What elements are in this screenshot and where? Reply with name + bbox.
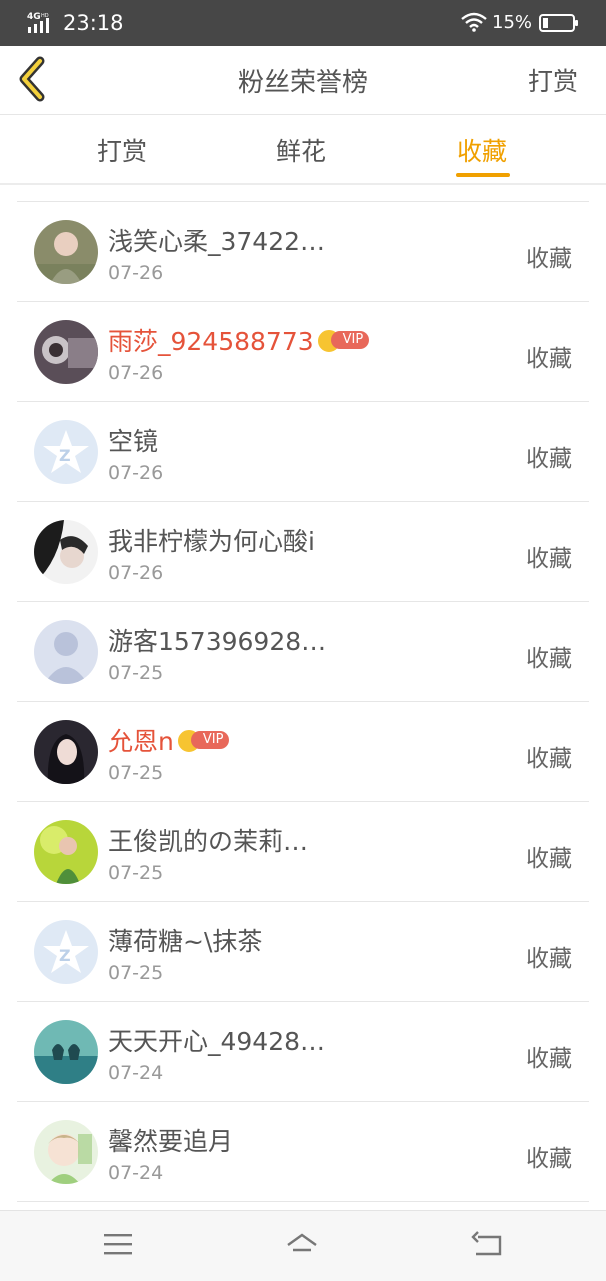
date: 07-24	[108, 1162, 164, 1184]
list-item[interactable]: 游客157396928… 07-25 收藏	[17, 602, 589, 702]
date: 07-26	[108, 262, 164, 284]
action-label: 收藏	[526, 646, 572, 672]
action-label: 收藏	[526, 346, 572, 372]
action-label: 收藏	[526, 446, 572, 472]
back-icon[interactable]	[470, 1229, 504, 1259]
list-item[interactable]: Z 空镜 07-26 收藏	[17, 402, 589, 502]
user-name: 馨然要追月	[108, 1127, 234, 1156]
date: 07-26	[108, 462, 164, 484]
list-item[interactable]: 天天开心_49428… 07-24 收藏	[17, 1002, 589, 1102]
action-label: 收藏	[526, 746, 572, 772]
home-icon[interactable]	[285, 1229, 319, 1259]
vip-badge: VIP	[176, 729, 231, 753]
date: 07-26	[108, 562, 164, 584]
page-title: 粉丝荣誉榜	[237, 68, 368, 98]
vip-label: VIP	[190, 731, 230, 749]
date: 07-25	[108, 662, 164, 684]
battery-icon	[539, 14, 578, 32]
action-label: 收藏	[526, 1046, 572, 1072]
tab-flowers[interactable]: 鲜花	[276, 132, 326, 168]
svg-text:Z: Z	[59, 446, 71, 465]
list-item[interactable]: Z 薄荷糖~\抹茶 07-25 收藏	[17, 902, 589, 1002]
avatar[interactable]	[34, 1020, 98, 1084]
avatar[interactable]: Z	[34, 420, 98, 484]
avatar[interactable]	[34, 520, 98, 584]
list-item[interactable]: 我非柠檬为何心酸i 07-26 收藏	[17, 502, 589, 602]
action-label: 收藏	[526, 846, 572, 872]
action-label: 收藏	[526, 546, 572, 572]
user-name: 允恩n VIP	[108, 722, 231, 758]
user-name: 浅笑心柔_37422…	[108, 227, 326, 256]
avatar[interactable]	[34, 620, 98, 684]
tab-reward[interactable]: 打赏	[97, 132, 147, 168]
date: 07-25	[108, 962, 164, 984]
cellular-signal-icon: 4G HD	[27, 12, 49, 33]
list-item[interactable]: 馨然要追月 07-24 收藏	[17, 1102, 589, 1202]
user-name: 空镜	[108, 427, 159, 456]
date: 07-24	[108, 1062, 164, 1084]
avatar[interactable]	[34, 320, 98, 384]
user-name-text: 雨莎_924588773	[108, 327, 314, 356]
user-name: 雨莎_924588773 VIP	[108, 322, 371, 358]
list-item[interactable]: 王俊凯的の茉莉… 07-25 收藏	[17, 802, 589, 902]
list-item[interactable]: 允恩n VIP 07-25 收藏	[17, 702, 589, 802]
tab-bar: 打赏 鲜花 收藏	[0, 115, 606, 185]
list-item[interactable]: 雨莎_924588773 VIP 07-26 收藏	[17, 302, 589, 402]
vip-badge: VIP	[316, 329, 371, 353]
active-tab-indicator	[456, 173, 510, 177]
menu-icon[interactable]	[101, 1229, 135, 1259]
user-name-text: 允恩n	[108, 727, 174, 756]
avatar[interactable]	[34, 1120, 98, 1184]
date: 07-26	[108, 362, 164, 384]
avatar[interactable]	[34, 820, 98, 884]
header-bar: 粉丝荣誉榜 打赏	[0, 46, 606, 115]
vip-label: VIP	[330, 331, 370, 349]
user-name: 薄荷糖~\抹茶	[108, 927, 263, 956]
wifi-icon	[461, 12, 487, 32]
action-label: 收藏	[526, 246, 572, 272]
user-name: 我非柠檬为何心酸i	[108, 527, 315, 556]
action-label: 收藏	[526, 946, 572, 972]
tab-favorites[interactable]: 收藏	[457, 132, 507, 168]
action-label: 收藏	[526, 1146, 572, 1172]
fan-list: 浅笑心柔_37422… 07-26 收藏 雨莎_924588773 VIP 07-…	[17, 201, 589, 1202]
svg-text:4G: 4G	[27, 12, 41, 22]
status-bar: 4G HD 23:18 15%	[0, 0, 606, 46]
system-nav-bar	[0, 1210, 606, 1281]
user-name: 王俊凯的の茉莉…	[108, 827, 309, 856]
date: 07-25	[108, 862, 164, 884]
avatar[interactable]	[34, 220, 98, 284]
avatar[interactable]	[34, 720, 98, 784]
date: 07-25	[108, 762, 164, 784]
status-time: 23:18	[63, 11, 124, 35]
list-item[interactable]: 浅笑心柔_37422… 07-26 收藏	[17, 202, 589, 302]
battery-percent: 15%	[492, 12, 533, 33]
user-name: 天天开心_49428…	[108, 1027, 326, 1056]
user-name: 游客157396928…	[108, 627, 327, 656]
svg-text:Z: Z	[59, 946, 71, 965]
avatar[interactable]: Z	[34, 920, 98, 984]
reward-button[interactable]: 打赏	[528, 62, 578, 98]
